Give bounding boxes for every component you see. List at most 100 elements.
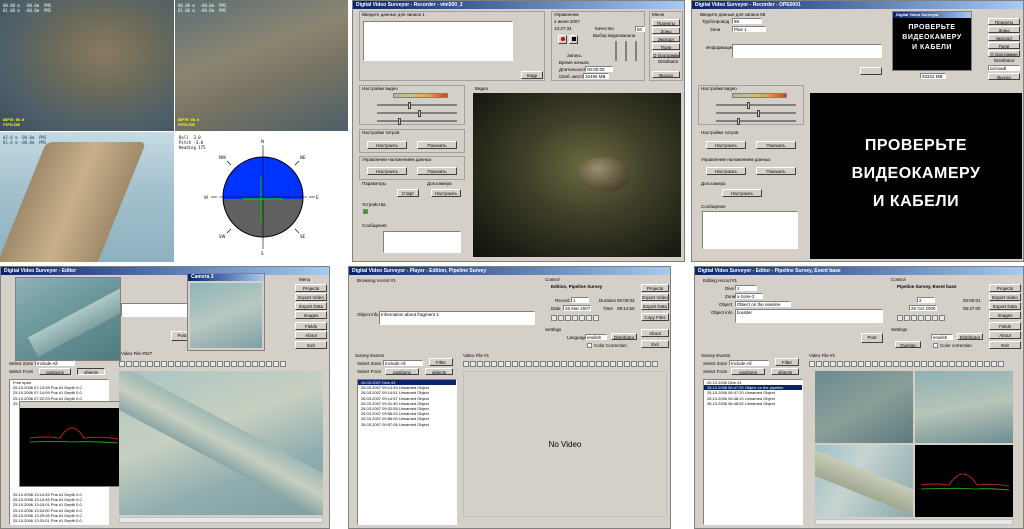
sonar-window[interactable] (19, 401, 123, 487)
menu-export-button[interactable]: Экспорт (988, 34, 1020, 41)
filter-button[interactable]: Filter (429, 358, 453, 366)
menu-export-data-button[interactable]: Export Data (989, 302, 1021, 310)
color-correction-checkbox[interactable] (933, 343, 938, 348)
objects-button[interactable]: objects (425, 368, 453, 375)
menu-exit-button[interactable]: Exit (641, 340, 669, 348)
saturation-slider[interactable] (377, 118, 457, 125)
menu-export-button[interactable]: Экспорт (652, 35, 680, 42)
tune-titles-button[interactable]: Настроить (367, 141, 407, 149)
channel-slider-1[interactable] (615, 41, 617, 61)
pipeline-field[interactable]: 88 (732, 18, 762, 24)
camera-view-top-right[interactable]: 00.00 m -00.0m PMS 01.00 m -00.0m PMS DE… (175, 0, 348, 131)
show-overlay-button[interactable]: Показать (756, 167, 796, 175)
playback-toolbar[interactable] (809, 361, 1004, 367)
menu-images-button[interactable]: Images (989, 311, 1021, 319)
select-zone-field[interactable]: Include All (729, 360, 769, 366)
brightness-slider[interactable] (377, 102, 457, 109)
menu-projects-button[interactable]: Проекты (988, 18, 1020, 25)
events-tree[interactable]: 25.10.2006 Dive #1 26.10.2006 06:47:00 O… (703, 379, 803, 525)
language-select[interactable]: русский (988, 65, 1020, 71)
camera-view-top-left[interactable]: 00.00 m -00.0m PMS 01.00 m -00.0m PMS DE… (0, 0, 174, 131)
camera-3-window[interactable]: Camera 3 (187, 273, 265, 351)
menu-about-button[interactable]: О программе (988, 50, 1020, 57)
menu-export-video-button[interactable]: Export Video (989, 293, 1021, 301)
menu-export-data-button[interactable]: Export Data (295, 302, 327, 310)
language-select[interactable]: english (585, 334, 607, 340)
date-field[interactable]: 26 Oct 2006 (909, 305, 937, 311)
timeline-scrollbar[interactable] (119, 517, 323, 523)
menu-distributor-label[interactable]: Distributor (658, 59, 679, 65)
object-info-field[interactable]: Information about fragment 1 (379, 311, 535, 325)
record-nav[interactable] (897, 315, 945, 321)
menu-fields-button[interactable]: Fields (295, 322, 327, 330)
cadr-button[interactable]: Кадр (521, 71, 543, 79)
tune-overlay-button[interactable]: Настроить (706, 167, 746, 175)
playback-toolbar[interactable] (463, 361, 658, 367)
color-correction-checkbox[interactable] (587, 343, 592, 348)
tree-item[interactable]: 26.03.2007 09:57:06 Unnamed Object (358, 422, 456, 427)
info-field[interactable] (732, 44, 882, 58)
cadr-button[interactable] (860, 67, 882, 75)
dive-field[interactable]: 1 (735, 285, 757, 291)
menu-field-button[interactable]: Поле (988, 42, 1020, 49)
menu-zones-button[interactable]: Зоны (988, 26, 1020, 33)
menu-images-button[interactable]: Images (295, 311, 327, 319)
menu-projects-button[interactable]: Projects (641, 284, 669, 292)
post-button[interactable]: Post (861, 333, 883, 343)
menu-exit-button[interactable]: Выход (988, 73, 1020, 80)
menu-about-button[interactable]: About (641, 329, 669, 337)
record-nav[interactable] (551, 315, 599, 321)
positions-button[interactable]: positions (385, 368, 419, 375)
events-tree[interactable]: 26.03.2007 Dive #1 26.03.2007 09:14:45 U… (357, 379, 457, 525)
record-data-field[interactable] (363, 21, 513, 61)
objects-button[interactable]: objects (771, 368, 799, 375)
positions-button[interactable]: positions (39, 368, 71, 375)
record-field[interactable]: 2 (917, 297, 935, 303)
contrast-slider[interactable] (716, 110, 796, 117)
zone-select[interactable]: Pipe 1 (732, 26, 766, 32)
select-zone-field[interactable]: Include All (383, 360, 423, 366)
menu-exit-button[interactable]: Выход (652, 71, 680, 78)
show-titles-button[interactable]: Показать (756, 141, 796, 149)
quality-field[interactable]: 50 (635, 26, 645, 32)
menu-field-button[interactable]: Поле (652, 43, 680, 50)
stop-button[interactable] (569, 35, 578, 44)
overlap-button[interactable]: Overlap (895, 341, 921, 348)
object-info-field[interactable]: boulder (735, 309, 883, 323)
show-titles-button[interactable]: Показать (417, 141, 457, 149)
tune-overlay-button[interactable]: Настроить (367, 167, 407, 175)
extra-camera-tune-button[interactable]: Настроить (431, 189, 461, 197)
menu-distributor-label[interactable]: Distributor (994, 58, 1015, 64)
menu-export-data-button[interactable]: Export Data (641, 302, 669, 310)
playback-toolbar[interactable] (119, 361, 286, 367)
show-overlay-button[interactable]: Показать (417, 167, 457, 175)
menu-about-button[interactable]: About (295, 331, 327, 339)
language-select[interactable]: english (931, 334, 953, 340)
contrast-slider[interactable] (377, 110, 457, 117)
channel-slider-2[interactable] (625, 41, 627, 61)
menu-projects-button[interactable]: Проекты (652, 19, 680, 26)
filter-button[interactable]: Filter (775, 358, 799, 366)
menu-about-button[interactable]: About (989, 331, 1021, 339)
menu-about-button[interactable]: О программе (652, 51, 680, 58)
select-zone-field[interactable]: Include All (35, 360, 75, 366)
date-field[interactable]: 26 Mar 2007 (563, 305, 591, 311)
record-button[interactable] (558, 35, 567, 44)
menu-exit-button[interactable]: Exit (295, 341, 327, 349)
tree-item[interactable]: 26.10.2006 06:48:52 Unnamed Object (704, 401, 802, 406)
zone-select[interactable]: x-zone-2 (735, 293, 763, 299)
record-field[interactable]: 1 (571, 297, 589, 303)
positions-button[interactable]: positions (731, 368, 765, 375)
menu-export-video-button[interactable]: Export Video (641, 293, 669, 301)
distributor-button[interactable]: Distributor (611, 333, 637, 340)
menu-projects-button[interactable]: Projects (295, 284, 327, 292)
distributor-button[interactable]: Distributor (957, 333, 983, 340)
object-info-field[interactable] (121, 303, 191, 317)
camera-view-bottom-left[interactable]: 02.0 m -00.0m PMS 01.0 m -00.0m PMS (0, 132, 174, 262)
objects-button[interactable]: objects (77, 368, 105, 375)
object-select[interactable]: Object on the pipeline (735, 301, 791, 307)
start-button[interactable]: Старт (397, 189, 419, 197)
brightness-slider[interactable] (716, 102, 796, 109)
menu-fields-button[interactable]: Fields (989, 322, 1021, 330)
menu-exit-button[interactable]: Exit (989, 341, 1021, 349)
